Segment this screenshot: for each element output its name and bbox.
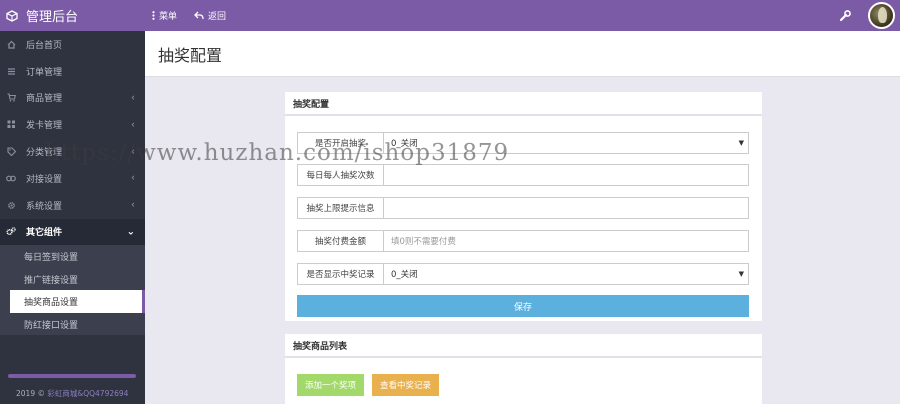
sidebar-scroll-bar[interactable] [8,374,136,378]
enable-lottery-select[interactable]: 0_关闭 ▼ [383,132,749,154]
chevron-left-icon: ‹ [131,172,135,184]
lottery-config-panel: 抽奖配置 是否开启抽奖 0_关闭 ▼ 每日每人抽奖次数 抽奖上限提示信息 抽奖付… [285,92,762,321]
ellipsis-vertical-icon [152,11,155,20]
gears-icon [6,227,16,237]
sidebar-item-label: 其它组件 [26,228,63,239]
panel-title: 抽奖配置 [285,92,762,116]
form-row-fee-amount: 抽奖付费金额 填0则不需要付费 [297,230,749,252]
form-row-limit-message: 抽奖上限提示信息 [297,197,749,219]
field-label: 每日每人抽奖次数 [297,164,383,186]
daily-draws-input[interactable] [383,164,749,186]
show-records-select[interactable]: 0_关闭 ▼ [383,263,749,285]
sidebar-item-label: 对接设置 [26,174,63,185]
top-navbar: 管理后台 菜单 返回 [0,0,900,31]
gear-icon [6,200,16,210]
field-label: 抽奖上限提示信息 [297,197,383,219]
prize-list-panel: 抽奖商品列表 添加一个奖项 查看中奖记录 [285,334,762,404]
sidebar-item-label: 商品管理 [26,94,63,105]
grid-icon [6,120,16,130]
chevron-left-icon: ‹ [131,92,135,104]
page-header: 抽奖配置 [145,31,900,77]
submenu-item-label: 抽奖商品设置 [24,298,79,309]
brand-title: 管理后台 [26,9,79,24]
tags-icon [6,147,16,157]
field-label: 是否开启抽奖 [297,132,383,154]
input-placeholder: 填0则不需要付费 [391,237,456,247]
list-icon [6,66,16,76]
sidebar-item-label: 分类管理 [26,148,63,159]
sidebar-item-cards[interactable]: 发卡管理 ‹ [0,111,145,138]
back-label: 返回 [208,12,227,22]
panel-title: 抽奖商品列表 [285,334,762,358]
field-label: 抽奖付费金额 [297,230,383,252]
cart-icon [6,93,16,103]
form-row-enable-lottery: 是否开启抽奖 0_关闭 ▼ [297,132,749,154]
limit-message-input[interactable] [383,197,749,219]
user-avatar[interactable] [868,2,895,29]
submenu-item-label: 推广链接设置 [24,275,79,286]
sidebar: 后台首页 订单管理 商品管理 ‹ 发卡管理 ‹ 分类管理 ‹ 对接设置 ‹ 系统… [0,31,145,404]
copyright-text: 2019 © [16,389,45,398]
home-icon [6,39,16,49]
submenu: 每日签到设置 推广链接设置 抽奖商品设置 防红接口设置 [0,245,145,336]
reply-icon [194,11,204,20]
submenu-item-daily-checkin[interactable]: 每日签到设置 [0,245,145,268]
caret-down-icon: ▼ [738,139,744,147]
view-records-button[interactable]: 查看中奖记录 [372,374,440,396]
back-button[interactable]: 返回 [194,0,226,31]
fee-amount-input[interactable]: 填0则不需要付费 [383,230,749,252]
sidebar-item-label: 发卡管理 [26,121,63,132]
submenu-item-anti-block[interactable]: 防红接口设置 [0,313,145,336]
copyright: 2019 © 彩虹商城&QQ4792694 [16,388,128,399]
submenu-item-lottery-products[interactable]: 抽奖商品设置 [10,290,145,313]
save-button[interactable]: 保存 [297,295,749,317]
wrench-icon[interactable] [838,9,852,23]
cube-icon [6,9,18,22]
sidebar-item-products[interactable]: 商品管理 ‹ [0,85,145,112]
brand[interactable]: 管理后台 [0,0,145,31]
sidebar-item-label: 订单管理 [26,67,63,78]
submenu-item-promo-link[interactable]: 推广链接设置 [0,268,145,291]
sidebar-item-categories[interactable]: 分类管理 ‹ [0,138,145,165]
sidebar-item-other-components[interactable]: 其它组件 ⌄ [0,218,145,246]
sidebar-item-integration[interactable]: 对接设置 ‹ [0,165,145,192]
chevron-left-icon: ‹ [131,199,135,211]
copyright-link[interactable]: 彩虹商城&QQ4792694 [47,389,128,398]
page-title: 抽奖配置 [158,47,223,65]
submenu-item-label: 每日签到设置 [24,253,79,264]
menu-label: 菜单 [159,12,178,22]
chevron-left-icon: ‹ [131,119,135,131]
field-label: 是否显示中奖记录 [297,263,383,285]
menu-toggle-button[interactable]: 菜单 [152,0,177,31]
select-value: 0_关闭 [391,139,418,149]
sidebar-item-label: 后台首页 [26,40,63,51]
sidebar-item-system-settings[interactable]: 系统设置 ‹ [0,192,145,219]
form-row-show-records: 是否显示中奖记录 0_关闭 ▼ [297,263,749,285]
sidebar-item-label: 系统设置 [26,201,63,212]
caret-down-icon: ▼ [738,270,744,278]
select-value: 0_关闭 [391,270,418,280]
form-row-daily-draws: 每日每人抽奖次数 [297,164,749,186]
chevron-down-icon: ⌄ [126,226,135,238]
chevron-left-icon: ‹ [131,146,135,158]
submenu-item-label: 防红接口设置 [24,320,79,331]
sidebar-item-home[interactable]: 后台首页 [0,31,145,58]
sidebar-item-orders[interactable]: 订单管理 [0,58,145,85]
add-prize-button[interactable]: 添加一个奖项 [297,374,365,396]
link-icon [6,173,16,183]
